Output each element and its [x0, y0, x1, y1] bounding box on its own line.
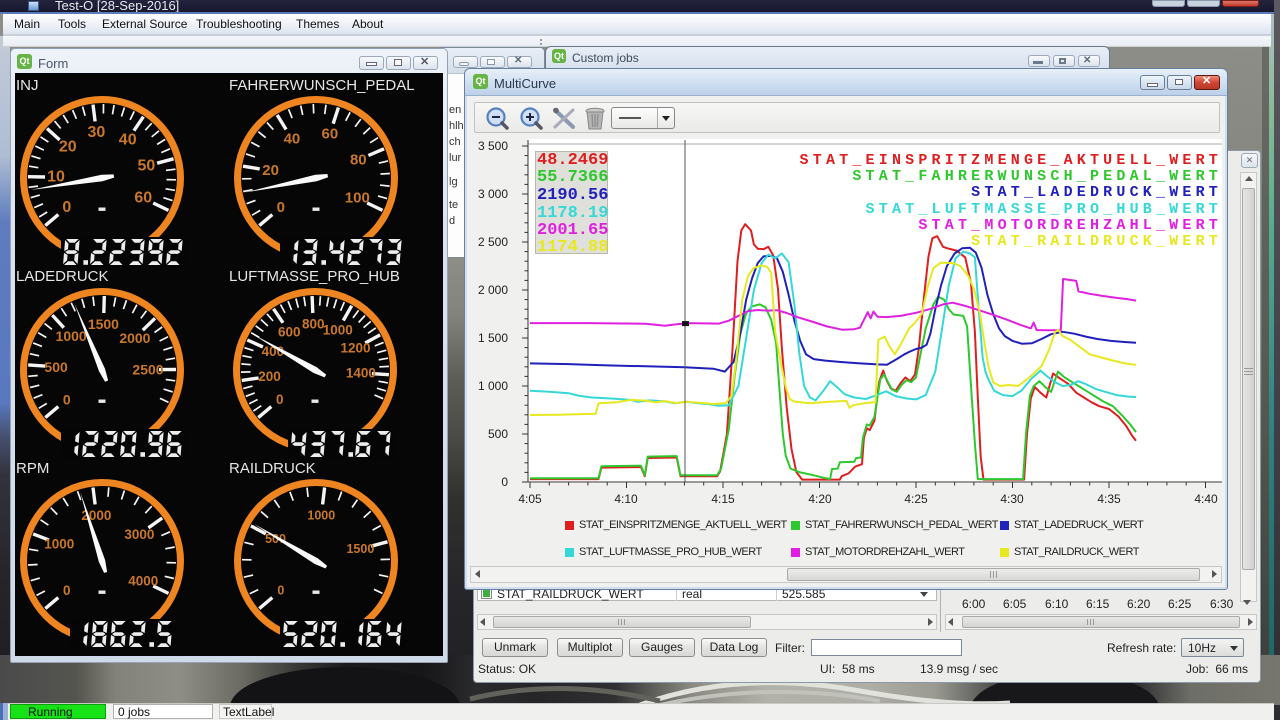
svg-text:500: 500	[44, 358, 68, 374]
svg-text:600: 600	[277, 324, 300, 339]
svg-text:0: 0	[63, 583, 71, 598]
svg-text:2500: 2500	[132, 361, 163, 377]
svg-text:0: 0	[277, 584, 284, 598]
svg-text:1000: 1000	[55, 327, 86, 343]
svg-text:80: 80	[349, 151, 366, 168]
svg-text:200: 200	[258, 368, 281, 383]
svg-text:0: 0	[276, 199, 284, 216]
svg-text:3000: 3000	[124, 527, 154, 542]
svg-text:0: 0	[62, 391, 70, 407]
svg-text:100: 100	[344, 190, 369, 207]
svg-text:2000: 2000	[119, 329, 150, 345]
svg-text:1400: 1400	[345, 365, 375, 380]
svg-text:30: 30	[88, 124, 106, 141]
svg-text:20: 20	[59, 139, 77, 156]
svg-text:500: 500	[265, 532, 286, 546]
svg-text:1000: 1000	[322, 322, 352, 337]
svg-text:40: 40	[119, 131, 137, 148]
svg-text:4000: 4000	[128, 574, 158, 589]
svg-text:1000: 1000	[307, 508, 335, 522]
svg-text:800: 800	[301, 316, 324, 331]
svg-text:1500: 1500	[346, 542, 374, 556]
svg-text:1000: 1000	[44, 537, 74, 552]
svg-text:60: 60	[134, 190, 152, 207]
svg-text:1200: 1200	[340, 340, 370, 355]
svg-text:20: 20	[262, 162, 279, 179]
svg-text:50: 50	[138, 158, 156, 175]
svg-text:0: 0	[276, 392, 284, 407]
svg-text:60: 60	[321, 126, 338, 143]
svg-text:0: 0	[62, 199, 71, 216]
svg-text:40: 40	[283, 130, 300, 147]
svg-text:1500: 1500	[87, 316, 118, 332]
